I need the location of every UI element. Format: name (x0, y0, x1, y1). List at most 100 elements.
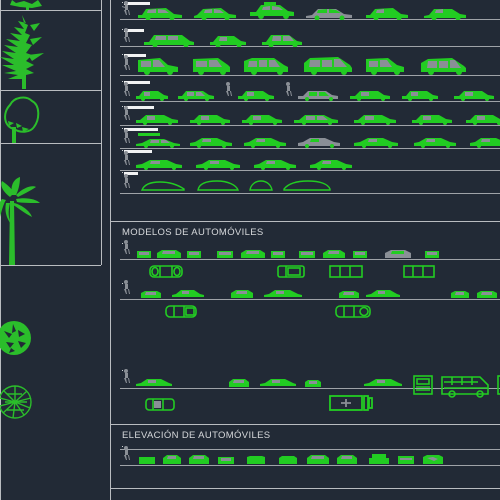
vehicle-front-elevation[interactable] (188, 453, 210, 465)
vehicle-front-view[interactable] (322, 247, 346, 259)
vehicle-front-view[interactable] (450, 289, 470, 299)
vehicle-front-view[interactable] (136, 247, 152, 259)
vehicle-front-view[interactable] (298, 247, 316, 259)
vehicle-block[interactable] (464, 111, 500, 125)
vehicle-block[interactable] (190, 55, 232, 75)
side-view-row[interactable] (112, 80, 500, 106)
elevacion-row[interactable] (112, 446, 500, 468)
vehicle-plan-view[interactable] (334, 303, 372, 319)
vehicle-block[interactable] (192, 4, 238, 20)
sidebar-cell-conifer-tree[interactable] (0, 13, 50, 89)
vehicle-side-small[interactable] (364, 287, 402, 299)
vehicle-block[interactable] (248, 2, 296, 20)
vehicle-front-elevation[interactable] (396, 453, 416, 465)
vehicle-block[interactable] (134, 157, 184, 170)
vehicle-front-view[interactable] (228, 377, 250, 388)
vehicle-front-view[interactable] (384, 247, 412, 259)
vehicle-block[interactable] (142, 31, 196, 47)
vehicle-plan-view[interactable] (276, 263, 306, 279)
vehicle-front-elevation[interactable] (306, 453, 330, 465)
vehicle-front-elevation[interactable] (162, 453, 182, 465)
vehicle-side-small[interactable] (170, 287, 206, 299)
sidebar-cell-tree-plan-radial[interactable] (0, 382, 36, 422)
vehicle-front-view[interactable] (476, 289, 498, 299)
vehicle-block[interactable] (252, 157, 298, 170)
ambulance-rear-view-block[interactable] (496, 374, 500, 396)
vehicle-plan-view[interactable] (148, 263, 184, 279)
vehicle-block[interactable] (422, 4, 468, 20)
modelos-row[interactable] (112, 240, 500, 279)
vehicle-block[interactable] (348, 87, 392, 101)
vehicle-front-elevation[interactable] (216, 453, 236, 465)
vehicle-block[interactable] (412, 135, 458, 148)
side-view-row[interactable] (112, 53, 500, 79)
vehicle-front-elevation[interactable] (138, 453, 156, 465)
vehicle-front-elevation[interactable] (368, 451, 390, 465)
vehicle-front-view[interactable] (186, 247, 202, 259)
vehicle-block[interactable] (418, 55, 468, 75)
vehicle-plan-view[interactable] (164, 303, 198, 319)
vehicle-block[interactable] (300, 55, 354, 75)
modelos-row[interactable] (112, 369, 500, 412)
cad-drawing-canvas[interactable]: MODELOS DE AUTOMÓVILES ELEVACIÓN DE AUTO… (0, 0, 500, 500)
vehicle-block[interactable] (400, 87, 440, 101)
vehicle-side-small[interactable] (134, 376, 174, 388)
vehicle-block[interactable] (136, 55, 180, 75)
vehicle-front-view[interactable] (424, 247, 440, 259)
vehicle-block[interactable] (136, 4, 184, 20)
vehicle-block[interactable] (240, 111, 284, 125)
side-view-row[interactable] (112, 27, 500, 53)
vehicle-side-small[interactable] (362, 376, 404, 388)
vehicle-front-view[interactable] (304, 378, 322, 388)
sidebar-cell-tree-partial-top[interactable] (2, 0, 72, 10)
side-view-row[interactable] (112, 0, 500, 26)
vehicle-front-elevation[interactable] (246, 453, 266, 465)
vehicle-block[interactable] (134, 136, 182, 148)
vehicle-block[interactable] (208, 31, 248, 47)
vehicle-side-small[interactable] (262, 287, 304, 299)
vehicle-front-elevation[interactable] (278, 453, 298, 465)
vehicle-front-elevation[interactable] (336, 453, 358, 465)
vehicle-block[interactable] (260, 31, 304, 47)
vehicle-outline-block[interactable] (196, 179, 240, 193)
vehicle-block[interactable] (188, 135, 234, 148)
sidebar-cell-tree-plan-dense[interactable] (0, 318, 36, 358)
vehicle-front-view[interactable] (156, 247, 182, 259)
vehicle-block[interactable] (468, 135, 500, 148)
vehicle-front-view[interactable] (352, 247, 368, 259)
vehicle-front-view[interactable] (230, 288, 254, 299)
ambulance-plan-view-block[interactable] (328, 394, 374, 412)
vehicle-block[interactable] (308, 157, 354, 170)
vehicle-block[interactable] (452, 87, 496, 101)
vehicle-outline-block[interactable] (140, 179, 186, 193)
vehicle-block[interactable] (292, 111, 340, 125)
vehicle-block[interactable] (364, 55, 406, 75)
vehicle-block[interactable] (134, 111, 180, 125)
vehicle-block[interactable] (194, 157, 242, 170)
vehicle-block[interactable] (176, 87, 216, 101)
vehicle-block[interactable] (242, 135, 288, 148)
vehicle-plan-view[interactable] (144, 396, 176, 412)
modelos-row[interactable] (112, 280, 500, 319)
vehicle-block[interactable] (304, 4, 354, 20)
vehicle-block[interactable] (236, 87, 276, 101)
vehicle-block[interactable] (296, 135, 342, 148)
side-view-row[interactable] (112, 172, 500, 198)
vehicle-front-view[interactable] (338, 289, 360, 299)
vehicle-front-elevation[interactable] (422, 453, 444, 465)
bus-front-view-block[interactable] (412, 374, 434, 396)
vehicle-front-view[interactable] (140, 289, 162, 299)
vehicle-block[interactable] (352, 135, 400, 148)
vehicle-block[interactable] (188, 111, 232, 125)
vehicle-block[interactable] (242, 55, 290, 75)
bus-side-view-block[interactable] (440, 374, 490, 398)
sidebar-cell-deciduous-tree[interactable] (0, 93, 50, 143)
vehicle-side-small[interactable] (258, 376, 298, 388)
sidebar-cell-palm-tree[interactable] (0, 175, 48, 265)
vehicle-front-view[interactable] (270, 247, 286, 259)
vehicle-front-view[interactable] (240, 247, 266, 259)
vehicle-block[interactable] (364, 4, 410, 20)
vehicle-outline-block[interactable] (248, 179, 274, 193)
vehicle-block[interactable] (134, 87, 170, 101)
vehicle-plan-view[interactable] (328, 263, 364, 279)
